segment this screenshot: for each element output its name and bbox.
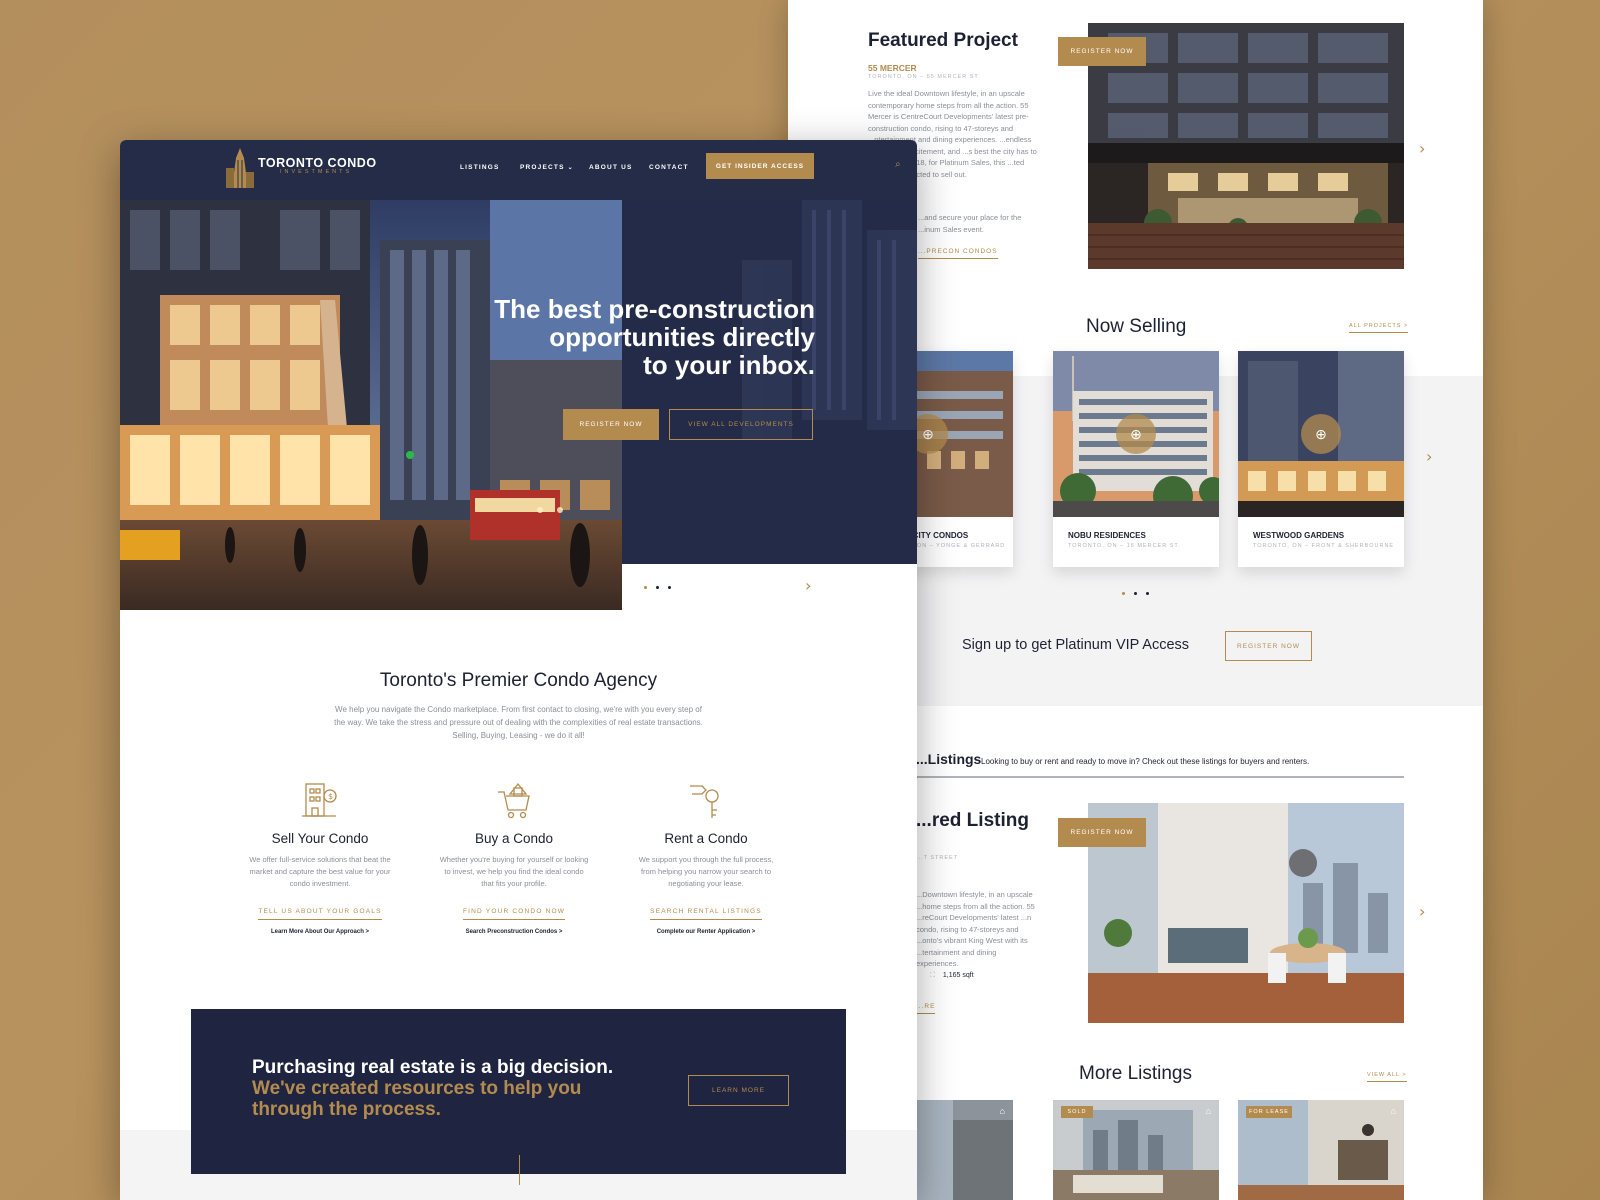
scroll-indicator [519, 1155, 520, 1185]
service-text: We support you through the full process,… [638, 855, 774, 888]
service-title: Buy a Condo [474, 831, 554, 846]
project-location: TORONTO, ON – FRONT & SHERBOURNE [1253, 543, 1395, 549]
hero-title-line-3: to your inbox. [643, 350, 815, 380]
service-sell: $ Sell Your Condo We offer full-service … [245, 780, 395, 935]
listings-tagline: Looking to buy or rent and ready to move… [981, 757, 1310, 766]
logo-sub-text: INVESTMENTS [280, 169, 353, 175]
service-title: Sell Your Condo [271, 831, 369, 846]
nav-listings[interactable]: LISTINGS [460, 164, 500, 171]
listing-description: ...Downtown lifestyle, in an upscale ...… [916, 890, 1035, 968]
area-icon: ⛶ [930, 972, 935, 979]
cta-line-1: Purchasing real estate is a big decision… [252, 1057, 614, 1078]
service-link[interactable]: FIND YOUR CONDO NOW [462, 908, 566, 920]
project-name: NOBU RESIDENCES [1068, 531, 1146, 540]
nav-projects[interactable]: PROJECTS ⌄ [520, 164, 574, 171]
agency-title: Toronto's Premier Condo Agency [379, 670, 658, 691]
listing-next-chevron-icon[interactable]: › [1419, 902, 1425, 921]
featured-location: TORONTO, ON – 55 MERCER ST [868, 74, 979, 80]
hero-panel [622, 200, 917, 564]
featured-listing-title: ...red Listing [916, 810, 1029, 831]
cta-line-2: We've created resources to help you [252, 1078, 582, 1099]
project-card[interactable]: ⊕ NOBU RESIDENCES TORONTO, ON – 15 MERCE… [1053, 351, 1219, 567]
logo-main-text: TORONTO CONDO [258, 156, 377, 170]
camera-icon: ⌂ [1390, 1106, 1396, 1116]
insider-access-button[interactable]: GET INSIDER ACCESS [706, 153, 814, 179]
agency-text: We help you navigate the Condo marketpla… [120, 703, 917, 742]
service-buy: Buy a Condo Whether you're buying for yo… [439, 780, 589, 935]
view-developments-button[interactable]: VIEW ALL DEVELOPMENTS [669, 409, 813, 440]
listings-divider [916, 776, 1404, 778]
nav-projects-label: PROJECTS [520, 164, 565, 171]
agency-text-line: Selling, Buying, Leasing - we do it all! [452, 731, 585, 740]
more-listing-image[interactable]: SOLD ⌂ [1053, 1100, 1219, 1200]
service-small-link[interactable]: Complete our Renter Application > [631, 929, 781, 935]
service-text: We offer full-service solutions that bea… [249, 855, 391, 888]
logo[interactable] [226, 148, 254, 193]
for-lease-badge: FOR LEASE [1246, 1106, 1292, 1118]
cta-line-3: through the process. [252, 1099, 441, 1120]
zoom-icon[interactable]: ⊕ [1116, 414, 1156, 454]
listings-title: ...Listings [916, 751, 982, 767]
camera-icon: ⌂ [999, 1106, 1005, 1116]
project-name: WESTWOOD GARDENS [1253, 531, 1345, 540]
front-page: TORONTO CONDO INVESTMENTS LISTINGS PROJE… [120, 140, 917, 1200]
nav-contact[interactable]: CONTACT [649, 164, 689, 171]
cta-text: Purchasing real estate is a big decision… [252, 1057, 613, 1120]
hero-title: The best pre-construction opportunities … [455, 295, 815, 379]
featured-register-button[interactable]: REGISTER NOW [1058, 37, 1146, 66]
cta-banner: Purchasing real estate is a big decision… [191, 1009, 846, 1185]
service-rent: Rent a Condo We support you through the … [631, 780, 781, 935]
search-icon[interactable]: ⌕ [895, 159, 901, 170]
featured-name: 55 MERCER [868, 63, 917, 73]
camera-icon: ⌂ [1205, 1106, 1211, 1116]
vip-text: Sign up to get Platinum VIP Access [962, 637, 1190, 653]
featured-title: Featured Project [868, 30, 1018, 51]
agency-text-line: the way. We take the stress and pressure… [334, 718, 703, 727]
service-small-link[interactable]: Learn More About Our Approach > [245, 929, 395, 935]
featured-description-2: ...and secure your place for the ...inum… [918, 213, 1022, 234]
vip-register-button[interactable]: REGISTER NOW [1225, 631, 1312, 661]
hero-register-button[interactable]: REGISTER NOW [563, 409, 659, 440]
listing-sqft: ⛶ 1,165 sqft [930, 972, 974, 980]
tower-logo-icon [226, 148, 254, 188]
shopping-cart-icon [498, 782, 530, 819]
key-hand-icon [690, 785, 719, 818]
hero-pagination[interactable] [644, 586, 671, 589]
hero-image [120, 200, 622, 610]
project-image: ⊕ [1238, 351, 1404, 517]
now-selling-title: Now Selling [1086, 316, 1187, 337]
all-projects-link[interactable]: ALL PROJECTS > [1349, 323, 1409, 333]
hero-next-chevron-icon[interactable]: › [805, 576, 811, 595]
zoom-icon[interactable]: ⊕ [1301, 414, 1341, 454]
top-navigation: TORONTO CONDO INVESTMENTS LISTINGS PROJE… [120, 140, 917, 200]
listing-street: ...T STREET [916, 855, 959, 861]
listing-register-button[interactable]: REGISTER NOW [1058, 818, 1146, 847]
more-listings-title: More Listings [1079, 1063, 1192, 1084]
hero-title-line-2: opportunities directly [549, 322, 815, 352]
nav-about[interactable]: ABOUT US [589, 164, 633, 171]
hero-title-line-1: The best pre-construction [494, 294, 815, 324]
service-link[interactable]: TELL US ABOUT YOUR GOALS [258, 908, 382, 920]
service-text: Whether you're buying for yourself or lo… [439, 855, 589, 888]
more-listing-image[interactable]: FOR LEASE ⌂ [1238, 1100, 1404, 1200]
service-small-link[interactable]: Search Preconstruction Condos > [439, 929, 589, 935]
listing-sqft-value: 1,165 sqft [942, 972, 974, 979]
now-selling-pagination[interactable] [1122, 592, 1149, 595]
view-all-link[interactable]: VIEW ALL > [1367, 1072, 1407, 1082]
building-dollar-icon: $ [302, 783, 337, 817]
learn-more-button[interactable]: LEARN MORE [688, 1075, 789, 1106]
agency-text-line: We help you navigate the Condo marketpla… [335, 705, 702, 714]
chevron-down-icon: ⌄ [567, 165, 574, 171]
sold-badge: SOLD [1061, 1106, 1093, 1118]
listing-link[interactable]: ...RE [916, 1003, 936, 1014]
featured-next-chevron-icon[interactable]: › [1419, 139, 1425, 158]
service-title: Rent a Condo [664, 831, 748, 846]
now-selling-next-chevron-icon[interactable]: › [1426, 447, 1432, 466]
project-location: TORONTO, ON – 15 MERCER ST. [1068, 543, 1181, 549]
project-image: ⊕ [1053, 351, 1219, 517]
svg-text:$: $ [328, 792, 333, 801]
project-card[interactable]: ⊕ WESTWOOD GARDENS TORONTO, ON – FRONT &… [1238, 351, 1404, 567]
featured-link[interactable]: ...PRECON CONDOS [918, 248, 998, 259]
service-link[interactable]: SEARCH RENTAL LISTINGS [650, 908, 762, 920]
